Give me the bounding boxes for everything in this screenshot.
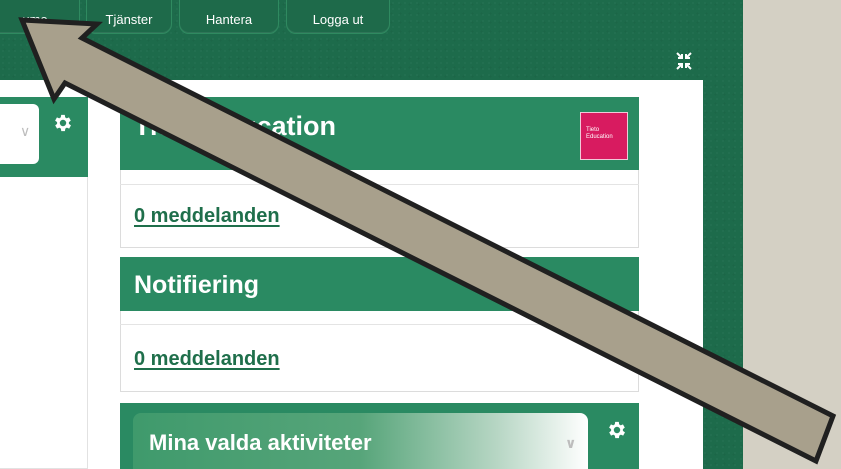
arrow-pointer (18, 17, 837, 465)
